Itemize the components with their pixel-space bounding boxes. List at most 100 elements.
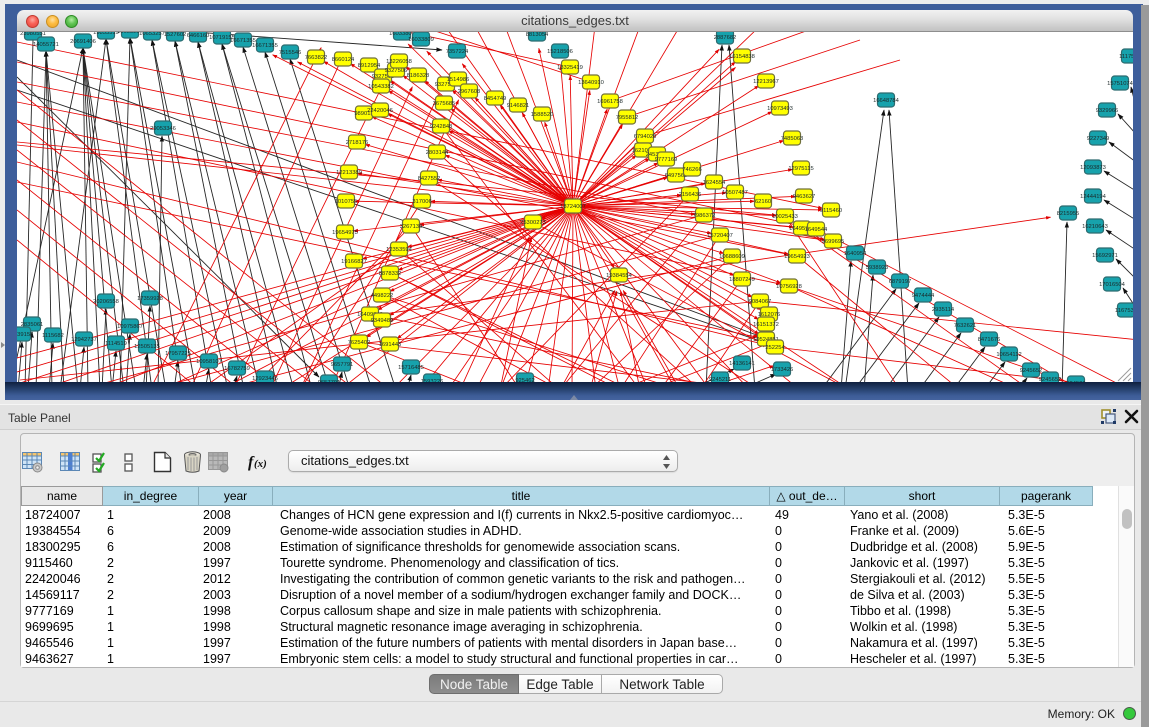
svg-text:15751074: 15751074 [1107,81,1133,87]
svg-text:15720407: 15720407 [707,233,733,239]
svg-text:3267130: 3267130 [400,224,423,230]
svg-text:1691443: 1691443 [379,342,402,348]
svg-text:14136141: 14136141 [729,361,755,367]
svg-text:8660124: 8660124 [332,57,355,63]
svg-text:2803144: 2803144 [426,150,449,156]
svg-text:7955812: 7955812 [616,115,639,121]
svg-text:9699695: 9699695 [822,239,845,245]
svg-text:10973493: 10973493 [767,106,793,112]
svg-text:7515546: 7515546 [279,50,302,56]
svg-text:19166827: 19166827 [341,259,367,265]
svg-text:12923446: 12923446 [252,376,278,382]
svg-text:10975867: 10975867 [117,324,143,330]
svg-text:7485063: 7485063 [781,136,804,142]
svg-text:9245652: 9245652 [1039,377,1062,382]
svg-text:9777169: 9777169 [655,157,678,163]
svg-text:19384554: 19384554 [606,273,633,279]
svg-text:9245652: 9245652 [1020,368,1043,374]
svg-text:12213389: 12213389 [336,170,362,176]
svg-text:20691406: 20691406 [70,39,96,45]
svg-text:16154838: 16154838 [729,54,755,60]
svg-text:10654112: 10654112 [996,352,1021,358]
svg-text:7986372: 7986372 [693,213,716,219]
svg-text:17359928: 17359928 [137,296,163,302]
svg-text:8813054: 8813054 [526,32,549,38]
svg-text:10756928: 10756928 [776,284,802,290]
svg-text:18807249: 18807249 [729,277,755,283]
svg-text:29053346: 29053346 [150,126,176,132]
svg-text:9146821: 9146821 [507,103,530,109]
svg-text:62160: 62160 [755,199,771,205]
svg-text:12093873: 12093873 [1080,165,1106,171]
svg-text:1167533: 1167533 [1115,308,1133,314]
svg-text:9227349: 9227349 [1087,136,1110,142]
svg-text:22420046: 22420046 [367,108,393,114]
svg-text:6879197: 6879197 [889,279,912,285]
svg-text:8912954: 8912954 [358,63,381,69]
svg-text:9115460: 9115460 [820,208,842,214]
svg-text:23980551: 23980551 [20,32,46,37]
svg-text:13640910: 13640910 [578,80,604,86]
svg-text:10507487: 10507487 [722,190,748,196]
svg-text:10958107: 10958107 [196,359,222,365]
svg-text:7663822: 7663822 [305,55,328,61]
svg-text:17016504: 17016504 [1099,282,1126,288]
svg-text:16961758: 16961758 [597,99,623,105]
svg-text:2718176: 2718176 [346,140,369,146]
svg-text:1640954: 1640954 [844,251,867,257]
svg-text:252254: 252254 [765,345,785,351]
svg-text:2887682: 2887682 [714,35,737,41]
svg-text:1117530: 1117530 [1119,54,1133,60]
svg-text:12942737: 12942737 [71,337,97,343]
svg-text:15218506: 15218506 [547,49,573,55]
svg-text:9242848: 9242848 [430,124,453,130]
svg-text:9329966: 9329966 [1096,108,1119,114]
svg-text:9474444: 9474444 [912,293,935,299]
svg-text:746266: 746266 [682,167,701,173]
svg-text:1624554: 1624554 [703,180,726,186]
svg-text:16648784: 16648784 [873,98,900,104]
svg-text:12444194: 12444194 [1080,194,1107,200]
svg-text:(x): (x) [254,458,267,470]
svg-text:16671355: 16671355 [252,43,278,49]
svg-text:8186328: 8186328 [407,73,430,79]
svg-text:10653257: 10653257 [139,32,165,37]
svg-text:13226058: 13226058 [386,59,412,65]
svg-text:2935114: 2935114 [932,307,955,313]
svg-text:8454749: 8454749 [484,96,507,102]
svg-text:16210643: 16210643 [1082,224,1108,230]
svg-text:6794028: 6794028 [634,134,657,140]
svg-text:7625402: 7625402 [348,340,371,346]
svg-text:19654975: 19654975 [332,230,358,236]
svg-text:925462: 925462 [515,378,534,382]
svg-text:12975115: 12975115 [788,166,813,172]
svg-text:9463627: 9463627 [793,194,816,200]
svg-text:9084067: 9084067 [749,299,772,305]
svg-text:924501: 924501 [1066,381,1085,382]
svg-text:1010755: 1010755 [335,199,358,205]
svg-text:1649544: 1649544 [805,227,828,233]
svg-text:15692971: 15692971 [1092,253,1118,259]
svg-text:6466160: 6466160 [187,33,210,39]
svg-text:5938923: 5938923 [866,265,889,271]
svg-text:19853519: 19853519 [93,32,119,36]
svg-text:13325419: 13325419 [557,65,583,71]
svg-text:8215955: 8215955 [1057,211,1080,217]
svg-text:12353594: 12353594 [386,247,413,253]
svg-text:25300273: 25300273 [520,220,546,226]
svg-text:10543382: 10543382 [368,84,394,90]
svg-text:12213967: 12213967 [753,79,779,85]
svg-text:15716485: 15716485 [398,365,424,371]
svg-text:9327506: 9327506 [385,68,408,74]
svg-text:317006: 317006 [412,199,431,205]
svg-text:1114519: 1114519 [105,341,127,347]
svg-text:8471676: 8471676 [978,337,1001,343]
svg-text:9657791: 9657791 [318,380,341,382]
svg-text:2939158: 2939158 [17,332,33,338]
svg-text:2967608: 2967608 [458,89,481,95]
svg-text:16151372: 16151372 [753,322,779,328]
svg-text:1733426: 1733426 [771,367,794,373]
svg-text:1527602: 1527602 [164,32,187,38]
svg-text:2156436: 2156436 [679,192,702,198]
svg-text:9657791: 9657791 [331,362,354,368]
